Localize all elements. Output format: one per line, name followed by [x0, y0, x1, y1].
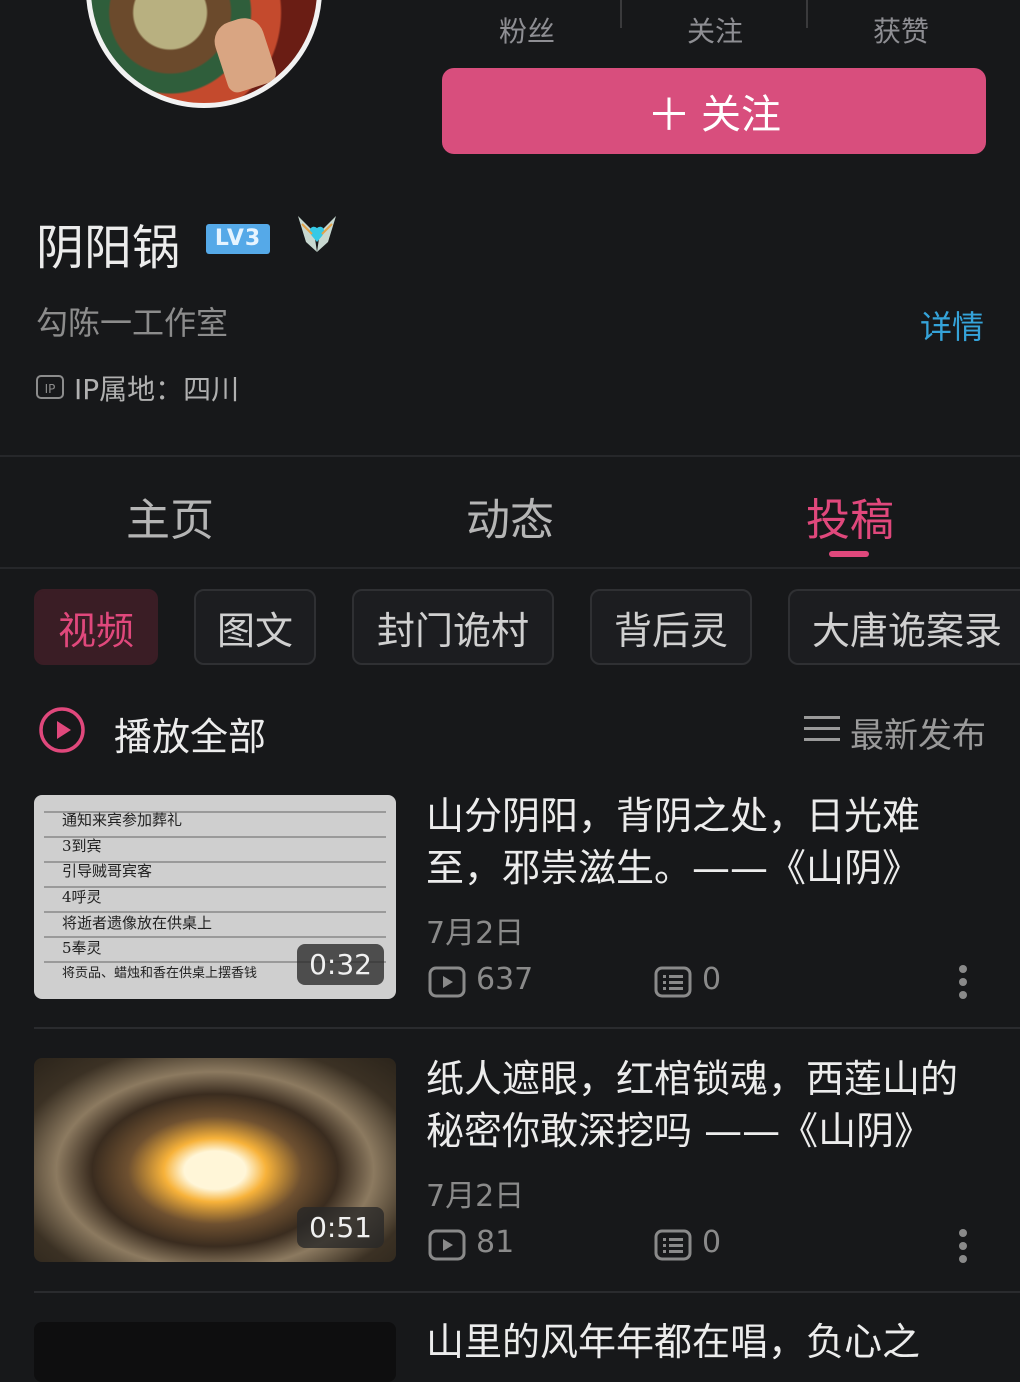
- tab-submissions[interactable]: 投稿: [680, 484, 1020, 548]
- video-thumbnail[interactable]: 通知来宾参加葬礼 3到宾 引导贼哥宾客 4呼灵 将逝者遗像放在供桌上 5奉灵 将…: [34, 795, 396, 999]
- details-link[interactable]: 详情: [920, 302, 984, 348]
- level-badge[interactable]: LV3: [206, 224, 270, 254]
- divider: [34, 1291, 1020, 1293]
- username: 阴阳锅: [36, 220, 181, 276]
- chip-collection-beihouling[interactable]: 背后灵: [590, 589, 752, 665]
- likes-label[interactable]: 获赞: [808, 10, 994, 50]
- ip-location: IP属地：四川: [74, 373, 240, 406]
- play-count: 637: [476, 962, 534, 997]
- thumbnail-text: 3到宾: [62, 837, 102, 855]
- thumbnail-text: 5奉灵: [62, 939, 102, 957]
- play-all-button[interactable]: 播放全部: [114, 706, 266, 761]
- more-options-icon[interactable]: [958, 1228, 968, 1264]
- sort-button[interactable]: 最新发布: [850, 708, 986, 757]
- list-icon: [804, 716, 840, 741]
- thumbnail-text: 通知来宾参加葬礼: [62, 811, 183, 829]
- play-count-icon: [428, 966, 466, 998]
- video-duration: 0:51: [297, 1207, 384, 1248]
- divider: [34, 1027, 1020, 1029]
- fans-label[interactable]: 粉丝: [434, 10, 620, 50]
- follow-button[interactable]: ＋ 关注: [442, 68, 986, 154]
- comment-count: 0: [702, 962, 722, 997]
- thumbnail-text: 引导贼哥宾客: [62, 862, 153, 880]
- plus-icon: ＋: [647, 90, 691, 141]
- comment-count: 0: [702, 1225, 722, 1260]
- avatar-art: [209, 12, 279, 96]
- play-count-icon: [428, 1229, 466, 1261]
- chip-video[interactable]: 视频: [34, 589, 158, 665]
- video-duration: 0:32: [297, 944, 384, 985]
- thumbnail-text: 4呼灵: [62, 888, 102, 906]
- stats-row: 粉丝 关注 获赞: [434, 0, 994, 58]
- avatar[interactable]: [86, 0, 322, 108]
- thumbnail-text: 将贡品、蜡烛和香在供桌上摆香钱: [62, 966, 258, 981]
- chip-image-text[interactable]: 图文: [194, 589, 316, 665]
- divider: [0, 567, 1020, 569]
- follow-button-label: 关注: [701, 92, 781, 138]
- following-label[interactable]: 关注: [622, 10, 808, 50]
- ip-icon: IP: [36, 375, 64, 399]
- video-date: 7月2日: [426, 1179, 525, 1214]
- vip-emblem-icon[interactable]: [292, 212, 342, 260]
- tab-dynamics[interactable]: 动态: [340, 484, 680, 548]
- chip-collection-datang[interactable]: 大唐诡案录: [788, 589, 1020, 665]
- divider: [0, 455, 1020, 457]
- more-options-icon[interactable]: [958, 964, 968, 1000]
- video-title[interactable]: 山里的风年年都在唱，负心之: [426, 1316, 986, 1368]
- studio-name: 勾陈一工作室: [36, 304, 229, 342]
- play-circle-icon[interactable]: [38, 706, 86, 754]
- video-thumbnail[interactable]: [34, 1322, 396, 1382]
- video-date: 7月2日: [426, 916, 525, 951]
- tab-home[interactable]: 主页: [0, 484, 340, 548]
- chip-collection-fengmen[interactable]: 封门诡村: [352, 589, 554, 665]
- video-title[interactable]: 山分阴阳，背阴之处，日光难至，邪祟滋生。——《山阴》: [426, 790, 986, 894]
- video-title[interactable]: 纸人遮眼，红棺锁魂，西莲山的秘密你敢深挖吗 ——《山阴》: [426, 1053, 986, 1157]
- play-count: 81: [476, 1225, 515, 1260]
- tab-indicator: [829, 551, 869, 557]
- thumbnail-text: 将逝者遗像放在供桌上: [62, 914, 213, 932]
- video-thumbnail[interactable]: 0:51: [34, 1058, 396, 1262]
- comment-icon: [654, 966, 692, 998]
- comment-icon: [654, 1229, 692, 1261]
